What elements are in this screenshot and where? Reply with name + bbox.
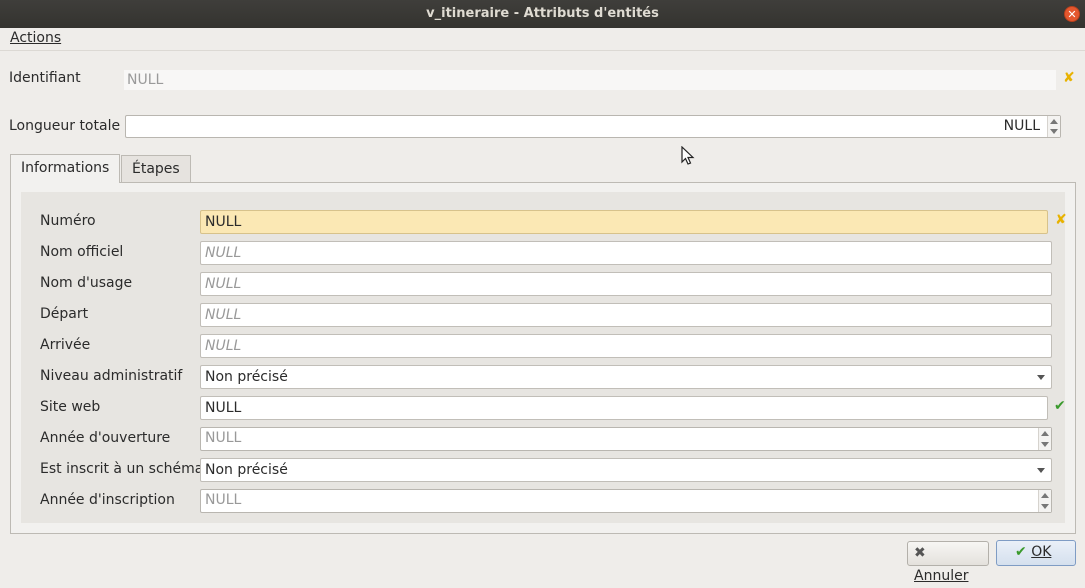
spin-down-icon[interactable] <box>1050 129 1058 134</box>
ok-label: OK <box>1031 544 1052 560</box>
niveau-admin-value: Non précisé <box>205 369 288 385</box>
depart-field[interactable]: NULL <box>200 303 1052 327</box>
checkmark-icon: ✔ <box>1054 398 1066 414</box>
nom-officiel-label: Nom officiel <box>40 244 124 260</box>
cancel-button[interactable]: ✖ Annuler <box>907 541 989 584</box>
spin-up-icon[interactable] <box>1041 493 1049 498</box>
identifiant-field: NULL <box>124 70 1056 90</box>
longueur-value: NULL <box>1003 118 1040 134</box>
cross-icon: ✖ <box>914 545 926 561</box>
annee-inscription-value: NULL <box>205 492 242 508</box>
spin-up-icon[interactable] <box>1050 119 1058 124</box>
annee-ouverture-value: NULL <box>205 430 242 446</box>
inscrit-schema-value: Non précisé <box>205 462 288 478</box>
annee-inscription-spinbox[interactable]: NULL <box>200 489 1052 513</box>
tab-informations[interactable]: Informations <box>10 154 121 183</box>
arrivee-label: Arrivée <box>40 337 91 353</box>
spin-down-icon[interactable] <box>1041 504 1049 509</box>
depart-label: Départ <box>40 306 89 322</box>
longueur-spinbox[interactable]: NULL <box>125 115 1061 138</box>
clear-x-icon[interactable]: ✘ <box>1063 70 1075 86</box>
cancel-label: Annuler <box>914 568 969 584</box>
site-web-field[interactable]: NULL <box>200 396 1048 420</box>
clear-x-icon[interactable]: ✘ <box>1055 212 1067 228</box>
chevron-down-icon <box>1037 468 1045 473</box>
numero-label: Numéro <box>40 213 96 229</box>
check-icon: ✔ <box>1015 544 1027 560</box>
annee-ouverture-label: Année d'ouverture <box>40 430 171 446</box>
arrivee-field[interactable]: NULL <box>200 334 1052 358</box>
spin-down-icon[interactable] <box>1041 442 1049 447</box>
longueur-label: Longueur totale <box>9 118 121 134</box>
annee-ouverture-spinbox[interactable]: NULL <box>200 427 1052 451</box>
tab-panel-informations: Numéro NULL ✘ Nom officiel NULL Nom d'us… <box>10 182 1076 534</box>
inscrit-schema-select[interactable]: Non précisé <box>200 458 1052 482</box>
niveau-admin-select[interactable]: Non précisé <box>200 365 1052 389</box>
mouse-pointer-icon <box>681 146 695 165</box>
spin-arrows[interactable] <box>1038 428 1051 450</box>
niveau-admin-label: Niveau administratif <box>40 368 183 384</box>
spin-up-icon[interactable] <box>1041 431 1049 436</box>
ok-button[interactable]: ✔ OK <box>996 540 1076 566</box>
window-titlebar: v_itineraire - Attributs d'entités ✕ <box>0 0 1085 28</box>
annee-inscription-label: Année d'inscription <box>40 492 175 508</box>
inscrit-schema-label: Est inscrit à un schéma <box>40 461 204 477</box>
tab-etapes[interactable]: Étapes <box>121 155 191 182</box>
form-panel: Numéro NULL ✘ Nom officiel NULL Nom d'us… <box>21 192 1067 523</box>
window-title: v_itineraire - Attributs d'entités <box>426 6 659 21</box>
close-icon[interactable]: ✕ <box>1064 6 1080 22</box>
spin-arrows[interactable] <box>1047 116 1060 137</box>
menubar: Actions <box>0 28 1085 51</box>
nom-usage-field[interactable]: NULL <box>200 272 1052 296</box>
nom-usage-label: Nom d'usage <box>40 275 133 291</box>
nom-officiel-field[interactable]: NULL <box>200 241 1052 265</box>
chevron-down-icon <box>1037 375 1045 380</box>
identifiant-label: Identifiant <box>9 70 81 86</box>
site-web-label: Site web <box>40 399 101 415</box>
spin-arrows[interactable] <box>1038 490 1051 512</box>
menu-actions[interactable]: Actions <box>10 30 61 46</box>
numero-field[interactable]: NULL <box>200 210 1048 234</box>
